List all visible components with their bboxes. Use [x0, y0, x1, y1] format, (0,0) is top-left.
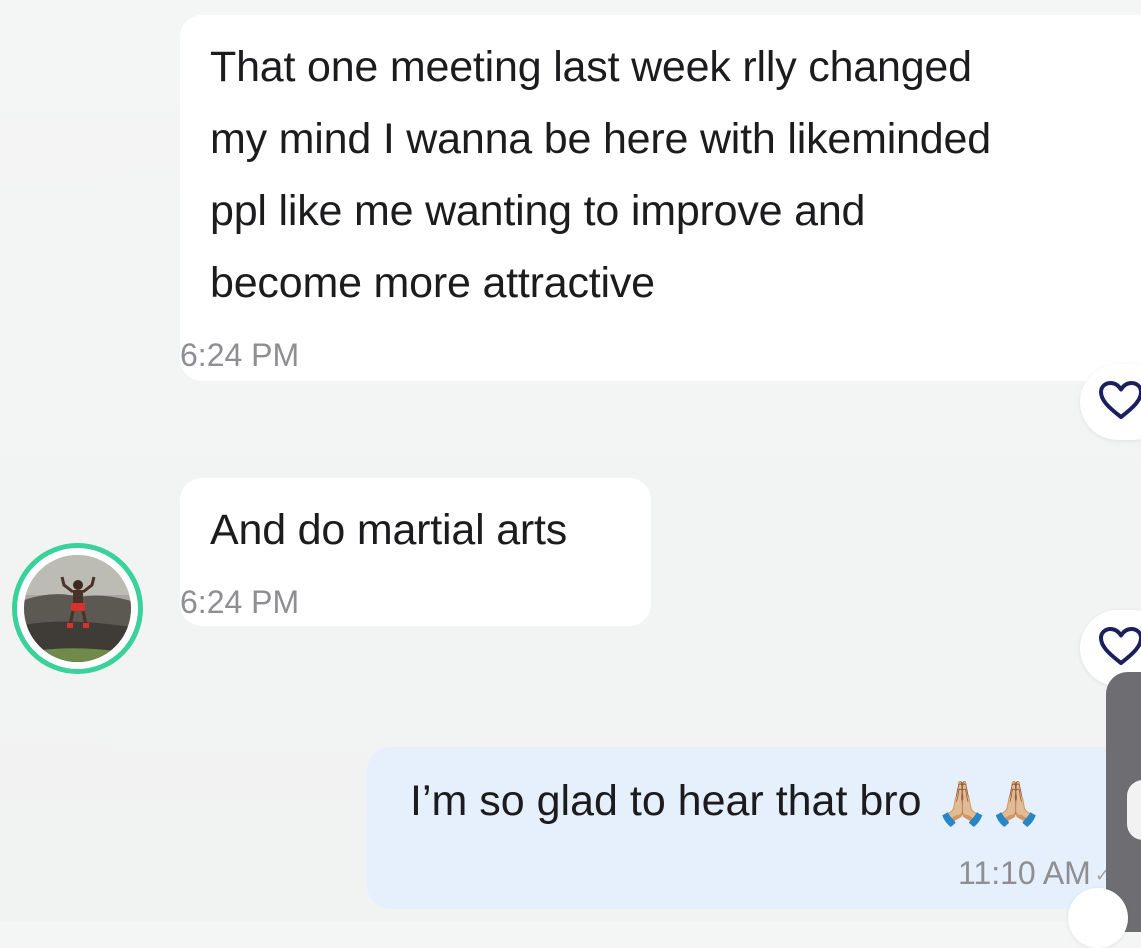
message-bubble-incoming[interactable]: That one meeting last week rlly changed … [180, 15, 1141, 381]
panel-notch [1127, 780, 1141, 840]
message-bubble-outgoing[interactable]: I’m so glad to hear that bro 🙏🏼🙏🏼 11:10 A… [367, 747, 1141, 909]
heart-outline-icon [1098, 380, 1141, 425]
profile-photo [24, 555, 131, 662]
message-timestamp: 6:24 PM [180, 584, 300, 620]
like-button-partial[interactable] [1068, 888, 1128, 948]
message-bubble-incoming[interactable]: And do martial arts 6:24 PM [180, 478, 651, 626]
heart-outline-icon [1098, 626, 1141, 671]
like-button[interactable] [1080, 364, 1141, 440]
message-text-body: I’m so glad to hear that bro [410, 777, 922, 825]
message-timestamp: 11:10 AM [958, 855, 1091, 891]
message-text: That one meeting last week rlly changed … [210, 43, 991, 307]
message-timestamp: 6:24 PM [180, 337, 300, 373]
avatar[interactable] [12, 543, 143, 674]
message-text: And do martial arts [210, 506, 568, 554]
praying-hands-emoji: 🙏🏼🙏🏼 [935, 779, 1043, 828]
message-text: I’m so glad to hear that bro 🙏🏼🙏🏼 [410, 769, 1043, 836]
